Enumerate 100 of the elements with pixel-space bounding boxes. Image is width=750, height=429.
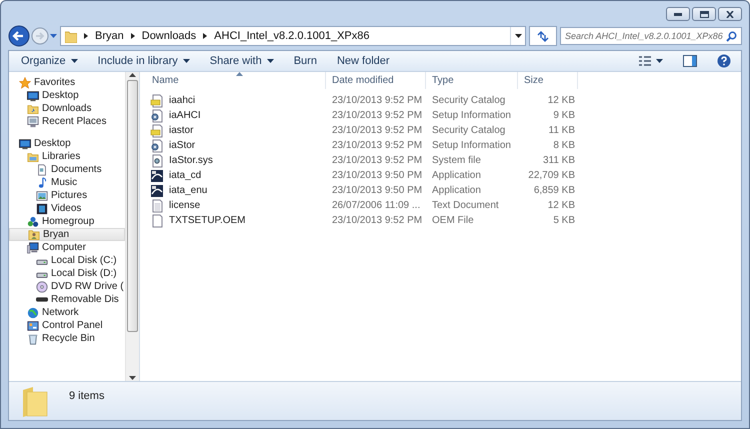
file-name[interactable]: iata_enu xyxy=(169,185,208,196)
network-globe-icon xyxy=(27,306,39,318)
nav-item[interactable]: Downloads xyxy=(9,102,125,115)
nav-item[interactable]: Music xyxy=(9,176,125,189)
column-label: Name xyxy=(152,75,179,86)
file-size: 22,709 KB xyxy=(528,170,575,181)
column-header[interactable]: Name xyxy=(146,72,326,89)
nav-item[interactable]: Homegroup xyxy=(9,215,125,228)
column-label: Date modified xyxy=(332,75,394,86)
caret-icon xyxy=(182,59,190,63)
nav-item[interactable]: DVD RW Drive ( xyxy=(9,280,125,293)
column-header[interactable]: Size xyxy=(518,72,578,89)
date-modified: 23/10/2013 9:50 PM xyxy=(332,170,422,181)
file-name[interactable]: iaStor xyxy=(169,140,196,151)
toolbar-button[interactable]: Burn xyxy=(286,53,325,69)
column-label: Type xyxy=(432,75,454,86)
monitor-icon xyxy=(27,90,39,102)
nav-item[interactable]: Pictures xyxy=(9,189,125,202)
nav-label: Local Disk (D:) xyxy=(51,268,117,279)
file-type: Setup Information xyxy=(432,140,511,151)
gear-file-icon xyxy=(150,138,164,152)
minimize-icon xyxy=(674,12,682,16)
history-dropdown-icon[interactable] xyxy=(50,34,57,38)
back-button[interactable] xyxy=(8,25,30,47)
file-size: 8 KB xyxy=(553,140,575,151)
minimize-button[interactable] xyxy=(666,7,690,21)
system-file-icon xyxy=(150,154,164,168)
nav-item[interactable]: Local Disk (D:) xyxy=(9,267,125,280)
date-modified: 23/10/2013 9:52 PM xyxy=(332,140,422,151)
blank-file-icon xyxy=(150,214,164,228)
file-type: Text Document xyxy=(432,200,499,211)
column-header[interactable]: Date modified xyxy=(326,72,426,89)
file-name[interactable]: TXTSETUP.OEM xyxy=(169,215,246,226)
nav-label: Removable Dis xyxy=(51,294,119,305)
file-name[interactable]: license xyxy=(169,200,200,211)
toolbar-button[interactable]: Share with xyxy=(202,53,282,69)
file-size: 9 KB xyxy=(553,110,575,121)
date-modified: 23/10/2013 9:52 PM xyxy=(332,125,422,136)
breadcrumb[interactable]: AHCI_Intel_v8.2.0.1001_XPx86 xyxy=(214,30,370,42)
caret-icon xyxy=(656,59,663,63)
toolbar-button[interactable]: Include in library xyxy=(90,53,198,69)
nav-label: Homegroup xyxy=(42,216,94,227)
nav-item[interactable]: Libraries xyxy=(9,150,125,163)
nav-item[interactable]: Removable Dis xyxy=(9,293,125,306)
file-name[interactable]: iaAHCI xyxy=(169,110,201,121)
folder-icon xyxy=(65,30,77,42)
folder-icon xyxy=(21,386,49,418)
scrollbar-thumb[interactable] xyxy=(127,80,138,332)
recycle-bin-icon xyxy=(27,332,39,344)
breadcrumb[interactable]: Downloads xyxy=(142,30,196,42)
toolbar-button[interactable]: New folder xyxy=(328,53,398,69)
nav-item[interactable]: Computer xyxy=(9,241,125,254)
music-note-icon xyxy=(36,176,48,188)
nav-item[interactable]: Local Disk (C:) xyxy=(9,254,125,267)
file-type: Setup Information xyxy=(432,110,511,121)
nav-item[interactable]: Desktop xyxy=(9,137,125,150)
nav-item[interactable]: Desktop xyxy=(9,89,125,102)
nav-label: Desktop xyxy=(42,90,79,101)
maximize-button[interactable] xyxy=(692,7,716,21)
item-count: 9 items xyxy=(69,390,104,402)
close-button[interactable] xyxy=(718,7,742,21)
file-size: 5 KB xyxy=(553,215,575,226)
toolbar-button[interactable]: Organize xyxy=(13,53,86,69)
column-header[interactable]: Type xyxy=(426,72,518,89)
file-type: OEM File xyxy=(432,215,474,226)
file-name[interactable]: IaStor.sys xyxy=(169,155,213,166)
nav-item[interactable]: Documents xyxy=(9,163,125,176)
nav-label: Favorites xyxy=(34,77,76,88)
date-modified: 23/10/2013 9:52 PM xyxy=(332,215,422,226)
date-modified: 26/07/2006 11:09 ... xyxy=(332,200,420,211)
search-field[interactable]: Search AHCI_Intel_v8.2.0.1001_XPx86 xyxy=(560,27,742,45)
date-modified: 23/10/2013 9:52 PM xyxy=(332,155,422,166)
homegroup-icon xyxy=(27,216,39,228)
preview-pane-icon[interactable] xyxy=(683,55,697,67)
disc-icon xyxy=(36,280,48,292)
nav-item[interactable]: Videos xyxy=(9,202,125,215)
nav-label: Recent Places xyxy=(42,116,106,127)
file-name[interactable]: iaahci xyxy=(169,95,196,106)
file-type: Security Catalog xyxy=(432,125,506,136)
caret-icon[interactable] xyxy=(514,34,522,38)
nav-item[interactable]: Bryan xyxy=(9,228,125,241)
help-icon[interactable] xyxy=(717,54,731,68)
nav-item[interactable]: Recent Places xyxy=(9,115,125,128)
column-label: Size xyxy=(524,75,544,86)
file-name[interactable]: iata_cd xyxy=(169,170,202,181)
nav-item[interactable]: Control Panel xyxy=(9,319,125,332)
scrollbar[interactable] xyxy=(125,72,139,381)
document-icon xyxy=(36,164,48,176)
file-name[interactable]: iastor xyxy=(169,125,194,136)
breadcrumb[interactable]: Bryan xyxy=(95,30,124,42)
computer-icon xyxy=(27,242,39,254)
nav-label: Downloads xyxy=(42,103,92,114)
list-view-icon xyxy=(639,56,651,66)
date-modified: 23/10/2013 9:50 PM xyxy=(332,185,422,196)
nav-item[interactable]: Network xyxy=(9,306,125,319)
address-bar[interactable]: Bryan Downloads AHCI_Intel_v8.2.0.1001_XPx86 xyxy=(60,26,526,46)
nav-item[interactable]: Recycle Bin xyxy=(9,332,125,345)
nav-item[interactable]: Favorites xyxy=(9,76,125,89)
certificate-file-icon xyxy=(150,124,164,138)
refresh-button[interactable] xyxy=(529,26,557,46)
